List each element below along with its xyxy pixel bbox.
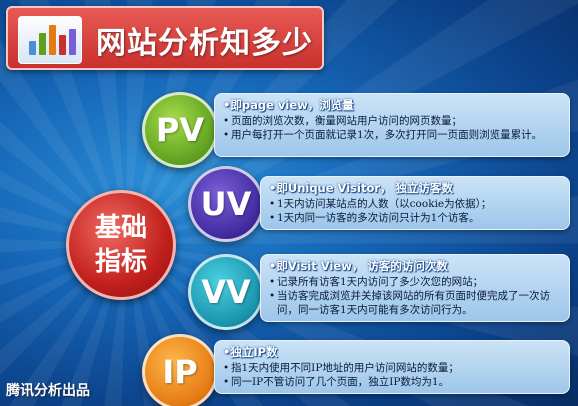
info-heading-pv: •即page view，浏览量 [223, 98, 354, 112]
info-item: 记录所有访客1天内访问了多少次您的网站； [269, 275, 561, 289]
info-item: 1天内同一访客的多次访问只计为1个访客。 [269, 211, 561, 225]
info-item: 1天内访问某站点的人数（以cookie为依据）； [269, 197, 561, 211]
info-box-vv: •即Visit View， 访客的访问次数 记录所有访客1天内访问了多少次您的网… [260, 254, 570, 322]
metric-circle-ip: IP [142, 334, 218, 406]
metric-circle-pv: PV [142, 92, 218, 168]
metric-circle-uv: UV [188, 166, 264, 242]
info-item: 当访客完成浏览并关掉该网站的所有页面时便完成了一次访问，同一访客1天内可能有多次… [269, 289, 561, 317]
info-box-uv: •即Unique Visitor， 独立访客数 1天内访问某站点的人数（以coo… [260, 176, 570, 230]
title-banner: 网站分析知多少 [6, 6, 324, 70]
footer-credit: 腾讯分析出品 [6, 383, 90, 399]
info-box-pv: •即page view，浏览量 页面的浏览次数，衡量网站用户访问的网页数量； 用… [214, 93, 570, 157]
page-title: 网站分析知多少 [96, 26, 313, 61]
info-item: 页面的浏览次数，衡量网站用户访问的网页数量； [223, 114, 561, 128]
core-metrics-circle: 基础 指标 [66, 190, 176, 300]
analytics-logo-icon [18, 16, 82, 64]
info-heading-vv: •即Visit View， 访客的访问次数 [269, 259, 448, 273]
info-heading-ip: •独立IP数 [223, 345, 278, 359]
info-item: 用户每打开一个页面就记录1次，多次打开同一页面则浏览量累计。 [223, 128, 561, 142]
info-box-ip: •独立IP数 指1天内使用不同IP地址的用户访问网站的数量； 同一IP不管访问了… [214, 340, 570, 394]
info-item: 同一IP不管访问了几个页面，独立IP数均为1。 [223, 375, 561, 389]
info-heading-uv: •即Unique Visitor， 独立访客数 [269, 181, 454, 195]
core-label-line1: 基础 [94, 213, 147, 243]
metric-circle-vv: VV [188, 254, 264, 330]
core-label-line2: 指标 [94, 247, 147, 277]
info-item: 指1天内使用不同IP地址的用户访问网站的数量； [223, 361, 561, 375]
